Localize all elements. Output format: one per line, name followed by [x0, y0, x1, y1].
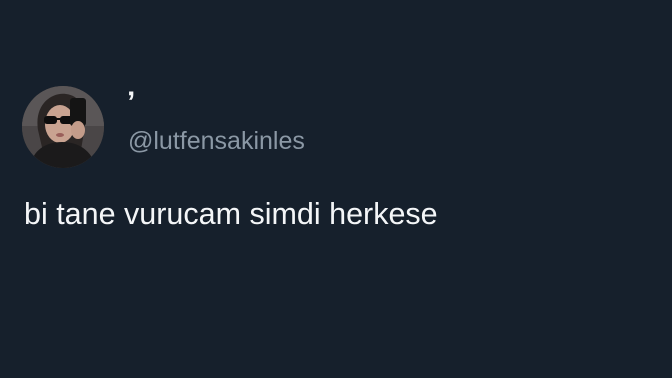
- tweet-card: ’ @lutfensakinles bi tane vurucam simdi …: [0, 0, 672, 378]
- author-display-name[interactable]: ’: [127, 86, 135, 120]
- tweet-text: bi tane vurucam simdi herkese: [24, 197, 438, 231]
- profile-photo-icon: [22, 86, 104, 168]
- author-handle[interactable]: @lutfensakinles: [128, 126, 305, 156]
- avatar[interactable]: [22, 86, 104, 168]
